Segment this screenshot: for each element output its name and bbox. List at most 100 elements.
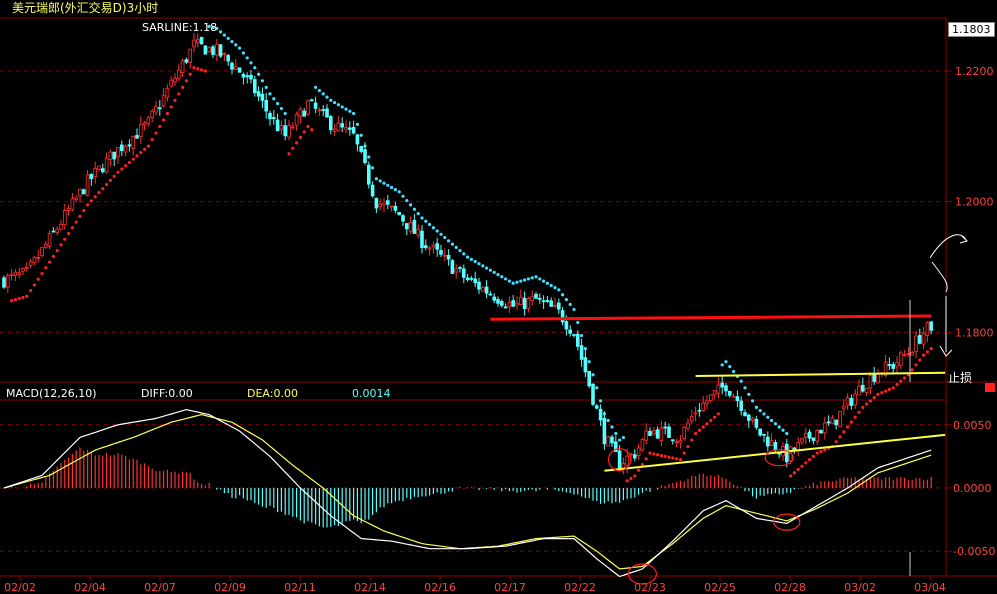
date-tick-label: 02/22 — [564, 581, 596, 594]
macd-tick-label: 0.0050 — [953, 419, 992, 432]
candle-body — [690, 416, 694, 422]
sar-dot — [808, 458, 812, 462]
candle-body — [347, 127, 352, 130]
candle-body — [807, 431, 812, 439]
candle-body — [671, 439, 675, 442]
sar-dot — [492, 270, 496, 274]
candle-body — [857, 385, 861, 396]
sar-dot — [264, 85, 268, 89]
candle-body — [864, 387, 869, 394]
sar-dot — [397, 190, 401, 194]
candle-body — [823, 422, 827, 434]
candle-body — [853, 393, 857, 406]
sar-dot — [568, 302, 572, 307]
candle-body — [393, 205, 398, 211]
candle-body — [89, 174, 94, 179]
macd-value-label: 0.0014 — [352, 387, 391, 400]
sar-dot — [880, 391, 884, 395]
date-tick-label: 02/07 — [144, 581, 176, 594]
sar-dot — [918, 358, 922, 362]
sar-dot — [785, 431, 789, 436]
candle-body — [157, 107, 162, 110]
candle-body — [256, 91, 261, 97]
candle-body — [625, 455, 629, 466]
sar-dot — [504, 277, 508, 281]
candle-body — [6, 275, 10, 288]
sar-dot — [466, 255, 470, 259]
sar-dot — [762, 412, 766, 416]
sar-dot — [545, 281, 550, 285]
candle-body — [226, 55, 231, 62]
sar-dot — [139, 151, 143, 155]
candle-body — [116, 147, 120, 158]
candle-body — [598, 408, 603, 421]
candle-body — [811, 437, 816, 441]
sar-dot — [401, 194, 405, 198]
candle-body — [78, 188, 82, 197]
candle-body — [750, 417, 755, 421]
chart-canvas[interactable]: 1.2200 1.2000 1.1800 0.0050 0.0000 -0.0050 02/… — [0, 0, 997, 594]
candle-body — [899, 352, 903, 366]
candle-body — [496, 299, 500, 304]
sar-dot — [21, 295, 25, 300]
sar-dot — [914, 363, 918, 367]
sar-dot — [473, 259, 477, 264]
sar-dot — [572, 307, 576, 312]
candle-body — [123, 145, 128, 153]
sar-dot — [40, 271, 44, 276]
sar-dot — [257, 72, 261, 76]
candle-body — [344, 127, 348, 130]
sar-dot — [184, 79, 188, 83]
sar-dot — [108, 178, 112, 183]
sar-dot — [276, 102, 280, 106]
candle-body — [583, 357, 588, 373]
sar-dot — [610, 425, 614, 429]
chart-title: 美元瑞郎(外汇交易D)3小时 — [12, 1, 159, 15]
sar-dot — [713, 415, 717, 419]
candle-body — [709, 394, 713, 401]
candle-body — [473, 278, 477, 284]
candle-body — [560, 310, 565, 323]
candle-body — [587, 370, 591, 387]
sar-dot — [355, 122, 359, 126]
candle-body — [458, 267, 462, 269]
sar-dot — [302, 130, 306, 134]
sar-dot — [842, 430, 846, 434]
candle-body — [861, 384, 865, 392]
candle-body — [728, 390, 732, 396]
sar-dot — [245, 56, 249, 60]
sar-dot — [659, 453, 664, 458]
candle-body — [804, 433, 808, 438]
candle-body — [51, 230, 56, 233]
sar-dot — [724, 360, 728, 364]
candle-body — [317, 109, 322, 112]
candle-body — [538, 297, 542, 300]
candle-body — [705, 400, 709, 404]
sar-dot — [621, 436, 626, 440]
candle-body — [290, 126, 295, 129]
sar-dot — [70, 226, 74, 230]
candle-body — [564, 321, 569, 330]
candle-body — [655, 429, 660, 439]
candle-body — [203, 45, 208, 55]
sar-dot — [865, 402, 869, 406]
candle-body — [887, 364, 892, 366]
candle-body — [249, 74, 253, 80]
sar-dot — [154, 131, 158, 135]
candle-body — [173, 77, 177, 83]
sar-dot — [925, 350, 930, 354]
sar-dot — [462, 252, 466, 256]
candle-body — [541, 300, 546, 303]
candle-body — [450, 260, 455, 274]
candle-body — [104, 157, 109, 173]
candle-body — [17, 272, 21, 275]
candle-body — [294, 113, 299, 126]
sar-dot — [557, 288, 561, 292]
candle-body — [693, 412, 698, 415]
sar-dot — [792, 471, 797, 475]
date-tick-label: 02/02 — [4, 581, 36, 594]
candle-body — [207, 47, 212, 53]
sar-dot — [13, 298, 17, 302]
candle-body — [252, 79, 257, 94]
candle-body — [59, 224, 63, 230]
